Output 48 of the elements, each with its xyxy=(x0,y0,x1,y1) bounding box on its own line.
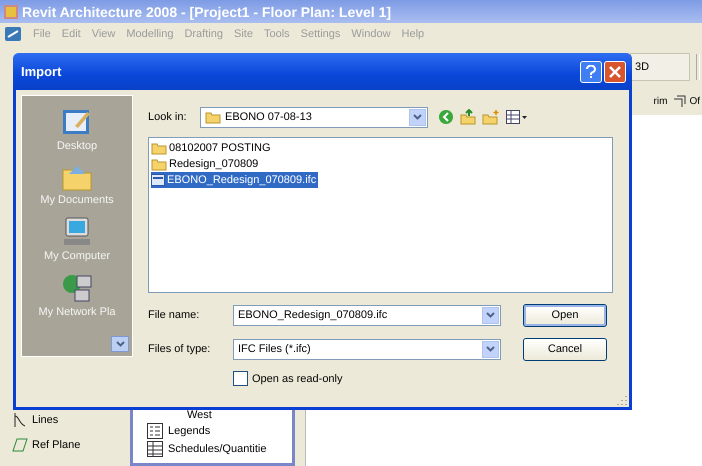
design-bar-item[interactable]: Lines xyxy=(12,412,125,428)
file-type-dropdown[interactable]: IFC Files (*.ifc) xyxy=(233,338,501,360)
toolbar-label[interactable]: Of xyxy=(689,96,700,107)
toolbar-label[interactable]: rim xyxy=(654,96,668,107)
scroll-down-button[interactable] xyxy=(111,336,129,352)
folder-entry[interactable]: 08102007 POSTING xyxy=(151,140,273,156)
caret-icon xyxy=(486,312,495,318)
help-button[interactable] xyxy=(580,60,602,82)
cancel-button[interactable]: Cancel xyxy=(523,338,607,360)
checkbox-label[interactable]: Open as read-only xyxy=(252,372,342,384)
lines-icon xyxy=(12,412,28,428)
folder-icon xyxy=(205,110,221,124)
file-type-label: Files of type: xyxy=(148,343,212,355)
look-in-dropdown[interactable]: EBONO 07-08-13 xyxy=(200,106,428,128)
table-icon xyxy=(147,441,163,457)
caret-icon xyxy=(116,341,124,347)
checkbox[interactable] xyxy=(233,371,248,386)
file-name-label: File name: xyxy=(148,309,200,321)
dialog-title: Import xyxy=(21,64,62,79)
new-folder-icon[interactable] xyxy=(482,109,500,125)
app-icon xyxy=(4,4,18,18)
view-menu-icon[interactable] xyxy=(506,110,528,124)
browser-item[interactable]: Schedules/Quantitie xyxy=(147,441,292,457)
look-in-label: Look in: xyxy=(148,111,188,123)
caret-icon xyxy=(413,114,422,120)
browser-item[interactable]: West xyxy=(147,409,292,421)
folder-icon xyxy=(151,142,167,154)
back-icon[interactable] xyxy=(438,109,454,125)
document-entry[interactable]: EBONO_Redesign_070809.ifc xyxy=(151,172,318,188)
up-folder-icon[interactable] xyxy=(460,109,476,125)
open-button[interactable]: Open xyxy=(523,304,607,326)
file-icon xyxy=(151,174,165,186)
file-name-field[interactable]: EBONO_Redesign_070809.ifc xyxy=(233,304,501,326)
app-title: Revit Architecture 2008 - [Project1 - Floor Plan: Level 1] xyxy=(22,4,392,20)
computer-icon xyxy=(61,216,93,248)
network-icon xyxy=(61,272,93,304)
help-icon xyxy=(585,64,597,78)
toolbar-button[interactable]: 3D xyxy=(630,52,690,80)
resize-grip-icon[interactable] xyxy=(617,395,627,405)
browser-item[interactable]: Legends xyxy=(147,423,292,439)
plane-icon xyxy=(12,438,28,452)
caret-icon xyxy=(486,346,495,352)
app-menu-icon[interactable] xyxy=(4,26,22,42)
folder-entry[interactable]: Redesign_070809 xyxy=(151,156,260,172)
legend-icon xyxy=(147,423,163,439)
close-icon xyxy=(609,66,621,78)
design-bar-item[interactable]: Ref Plane xyxy=(12,438,125,452)
close-button[interactable] xyxy=(604,60,626,82)
